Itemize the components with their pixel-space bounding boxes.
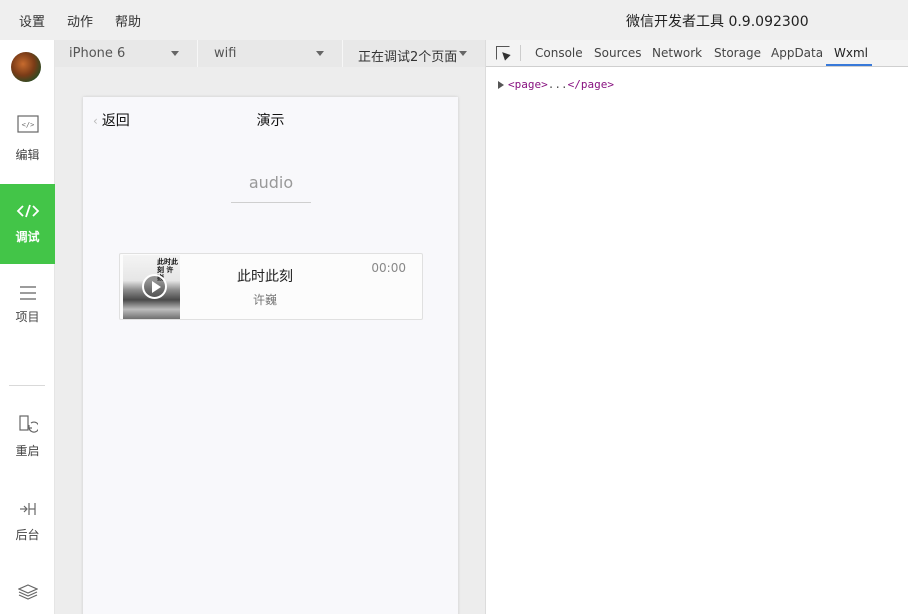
chevron-down-icon xyxy=(459,51,467,56)
background-icon xyxy=(0,502,55,520)
layers-icon xyxy=(0,584,55,604)
app-title: 微信开发者工具 0.9.092300 xyxy=(626,14,809,30)
chevron-down-icon xyxy=(316,51,324,56)
tab-appdata[interactable]: AppData xyxy=(771,46,823,60)
network-select-value: wifi xyxy=(214,46,237,61)
toolbar-divider xyxy=(520,45,521,61)
nav-title: 演示 xyxy=(256,113,285,129)
wxml-tree-node[interactable]: <page>...</page> xyxy=(498,78,614,91)
avatar[interactable] xyxy=(11,52,41,82)
sidebar-item-background[interactable]: 后台 xyxy=(0,486,55,566)
devtools-panel: Console Sources Network Storage AppData … xyxy=(485,40,908,614)
play-button[interactable] xyxy=(142,274,167,299)
sidebar-item-restart[interactable]: 重启 xyxy=(0,402,55,482)
device-select[interactable]: iPhone 6 xyxy=(55,40,198,67)
menu-help[interactable]: 帮助 xyxy=(115,11,141,30)
active-tab-indicator xyxy=(826,64,872,66)
heading-underline xyxy=(231,202,311,203)
tag-close: </page> xyxy=(567,78,614,91)
sidebar-item-label: 调试 xyxy=(15,230,40,244)
menu-bar: 设置 动作 帮助 微信开发者工具 0.9.092300 xyxy=(0,0,908,40)
audio-player[interactable]: 此时此刻 许巍 此时此刻 许巍 00:00 xyxy=(119,253,423,320)
debug-pages-value: 正在调试2个页面 xyxy=(358,50,458,65)
inspect-element-icon[interactable] xyxy=(496,46,510,60)
sidebar-item-label: 重启 xyxy=(15,444,40,458)
tag-open: <page> xyxy=(508,78,548,91)
network-select[interactable]: wifi xyxy=(200,40,343,67)
sidebar-item-project[interactable]: 项目 xyxy=(0,266,55,346)
sidebar-item-label: 编辑 xyxy=(15,148,40,162)
menu-actions[interactable]: 动作 xyxy=(67,11,93,30)
menu-settings[interactable]: 设置 xyxy=(19,11,45,30)
devtools-tabbar: Console Sources Network Storage AppData … xyxy=(486,40,908,67)
device-select-value: iPhone 6 xyxy=(69,46,126,61)
restart-icon xyxy=(0,414,55,438)
sidebar-item-edit[interactable]: </> 编辑 xyxy=(0,95,55,175)
tab-network[interactable]: Network xyxy=(652,46,702,60)
expand-arrow-icon[interactable] xyxy=(498,81,504,89)
sidebar-divider xyxy=(9,385,45,386)
tab-sources[interactable]: Sources xyxy=(594,46,641,60)
tag-ellipsis: ... xyxy=(547,78,568,91)
sidebar-item-layers[interactable] xyxy=(0,570,55,610)
audio-time: 00:00 xyxy=(371,261,406,275)
sidebar: </> 编辑 调试 项目 重启 后台 xyxy=(0,40,55,614)
audio-author: 许巍 xyxy=(252,293,277,307)
debug-code-icon xyxy=(0,204,55,222)
page-heading: audio xyxy=(248,173,294,192)
sidebar-item-debug[interactable]: 调试 xyxy=(0,184,55,264)
svg-text:</>: </> xyxy=(21,121,34,129)
simulator-toolbar: iPhone 6 wifi 正在调试2个页面 xyxy=(55,40,485,67)
menu-icon xyxy=(0,286,55,304)
tab-wxml[interactable]: Wxml xyxy=(834,46,868,60)
simulator-area: ‹返回 演示 audio 此时此刻 许巍 此时此刻 许巍 00:00 xyxy=(55,67,485,614)
debug-pages-select[interactable]: 正在调试2个页面 xyxy=(345,40,485,67)
sidebar-item-label: 后台 xyxy=(15,528,40,542)
tab-console[interactable]: Console xyxy=(535,46,583,60)
audio-name: 此时此刻 xyxy=(237,269,293,285)
chevron-down-icon xyxy=(171,51,179,56)
album-cover: 此时此刻 许巍 xyxy=(123,255,180,319)
phone-screen: ‹返回 演示 audio 此时此刻 许巍 此时此刻 许巍 00:00 xyxy=(83,97,458,614)
tab-storage[interactable]: Storage xyxy=(714,46,761,60)
code-editor-icon: </> xyxy=(0,115,55,137)
sidebar-item-label: 项目 xyxy=(15,310,40,324)
